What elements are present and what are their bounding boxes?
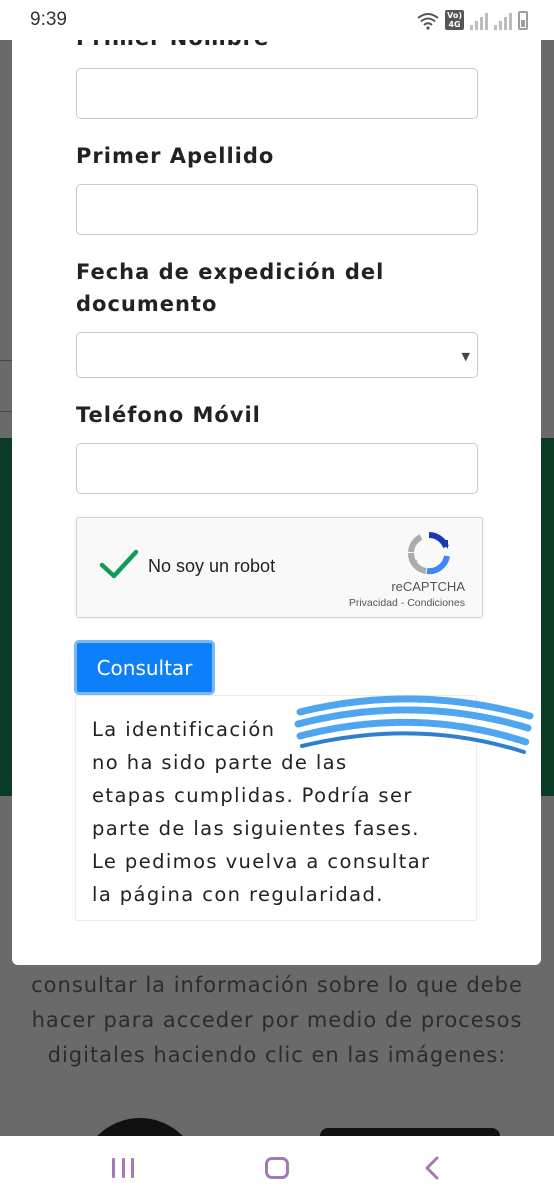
first-name-input[interactable] xyxy=(76,68,478,119)
recaptcha-terms-links[interactable]: Privacidad - Condiciones xyxy=(349,597,465,609)
issue-date-label: Fecha de expedición del documento xyxy=(76,256,384,320)
result-message-line: la página con regularidad. xyxy=(92,883,384,906)
issue-date-label-line: Fecha de expedición del xyxy=(76,260,385,284)
home-icon[interactable] xyxy=(265,1157,289,1179)
background-text: consultar la información sobre lo que de… xyxy=(0,968,554,1073)
result-message-line: etapas cumplidas. Podría ser xyxy=(92,784,413,807)
background-text-line: digitales haciendo clic en las imágenes: xyxy=(47,1043,507,1067)
recaptcha-brand: reCAPTCHA xyxy=(391,579,465,594)
signal-icon xyxy=(470,12,488,30)
issue-date-label-line: documento xyxy=(76,292,218,316)
status-icons: Vo) 4G xyxy=(417,10,528,30)
wifi-icon xyxy=(417,13,439,30)
background-text-line: consultar la información sobre lo que de… xyxy=(31,973,523,997)
last-name-input[interactable] xyxy=(76,184,478,235)
result-message-line: Le pedimos vuelva a consultar xyxy=(92,850,431,873)
signal-icon xyxy=(494,12,512,30)
recent-apps-icon[interactable] xyxy=(112,1158,134,1178)
recaptcha-widget[interactable]: No soy un robot reCAPTCHA Privacidad - C… xyxy=(76,517,483,618)
consult-button[interactable]: Consultar xyxy=(74,640,215,695)
issue-date-select[interactable]: ▼ xyxy=(76,332,478,378)
check-icon[interactable] xyxy=(99,548,139,580)
result-message-line: parte de las siguientes fases. xyxy=(92,817,420,840)
redaction-scribble xyxy=(294,695,534,754)
recaptcha-logo-icon xyxy=(407,531,450,575)
back-icon[interactable] xyxy=(424,1156,440,1180)
volte-badge: Vo) 4G xyxy=(445,10,464,30)
battery-icon xyxy=(518,11,528,30)
background-text-line: hacer para acceder por medio de procesos xyxy=(31,1008,523,1032)
mobile-phone-input[interactable] xyxy=(76,443,478,494)
mobile-phone-label: Teléfono Móvil xyxy=(76,403,261,427)
volte-badge-bottom: 4G xyxy=(448,20,461,29)
dropdown-arrow-icon: ▼ xyxy=(461,350,470,363)
background-images xyxy=(70,1118,530,1178)
consult-modal: Primer Nombre Primer Apellido Fecha de e… xyxy=(12,20,541,965)
recaptcha-label: No soy un robot xyxy=(148,556,276,576)
last-name-label: Primer Apellido xyxy=(76,144,275,168)
status-time: 9:39 xyxy=(30,9,67,30)
navigation-bar xyxy=(0,1136,554,1200)
volte-badge-top: Vo) xyxy=(447,11,462,20)
status-bar: 9:39 Vo) 4G xyxy=(0,0,554,40)
